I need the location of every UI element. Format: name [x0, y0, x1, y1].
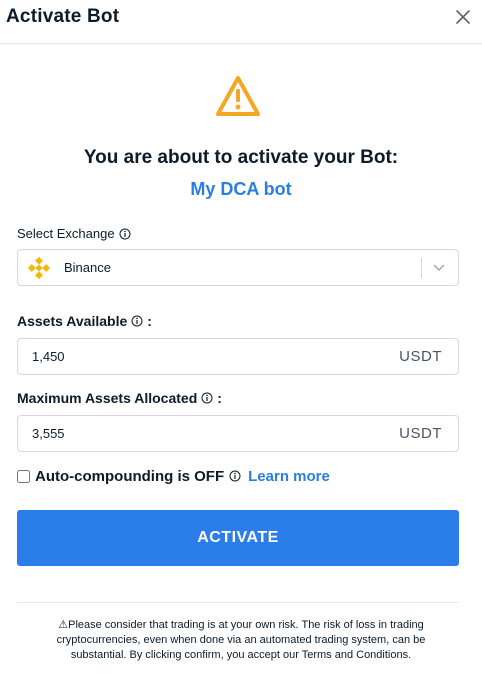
max-assets-field: USDT: [17, 415, 459, 452]
exchange-label: Select Exchange: [17, 226, 131, 241]
modal-title: Activate Bot: [6, 6, 120, 27]
info-icon[interactable]: [119, 228, 131, 240]
max-assets-label-text: Maximum Assets Allocated: [17, 390, 198, 406]
auto-compound-checkbox[interactable]: [17, 469, 30, 483]
info-icon[interactable]: [131, 315, 143, 327]
risk-disclaimer: ⚠Please consider that trading is at your…: [56, 619, 426, 661]
exchange-label-text: Select Exchange: [17, 226, 115, 241]
exchange-select-value: Binance: [64, 260, 111, 275]
info-icon[interactable]: [229, 470, 241, 482]
activation-heading: You are about to activate your Bot:: [83, 147, 399, 168]
assets-available-field: USDT: [17, 338, 459, 375]
select-divider: [421, 258, 422, 278]
max-assets-unit: USDT: [399, 425, 442, 442]
footer-divider: [17, 602, 459, 603]
max-assets-label: Maximum Assets Allocated :: [17, 390, 222, 406]
assets-available-label-suffix: :: [147, 313, 152, 329]
info-icon[interactable]: [201, 392, 213, 404]
exchange-select[interactable]: Binance: [17, 249, 459, 286]
warning-icon: [216, 76, 260, 116]
assets-available-label: Assets Available :: [17, 313, 152, 329]
assets-available-input[interactable]: [32, 339, 372, 374]
auto-compound-label: Auto-compounding is OFF: [35, 467, 225, 485]
assets-available-label-text: Assets Available: [17, 313, 128, 329]
chevron-down-icon[interactable]: [432, 262, 446, 274]
bot-name: My DCA bot: [190, 179, 292, 199]
max-assets-label-suffix: :: [217, 390, 222, 406]
binance-logo-icon: [28, 257, 50, 279]
close-icon[interactable]: [454, 8, 472, 26]
learn-more-link[interactable]: Learn more: [248, 468, 330, 485]
auto-compound-row: Auto-compounding is OFF Learn more: [17, 466, 330, 486]
activate-button[interactable]: ACTIVATE: [17, 510, 459, 566]
modal-header: Activate Bot: [0, 0, 482, 44]
assets-available-unit: USDT: [399, 348, 442, 365]
max-assets-input[interactable]: [32, 416, 372, 451]
